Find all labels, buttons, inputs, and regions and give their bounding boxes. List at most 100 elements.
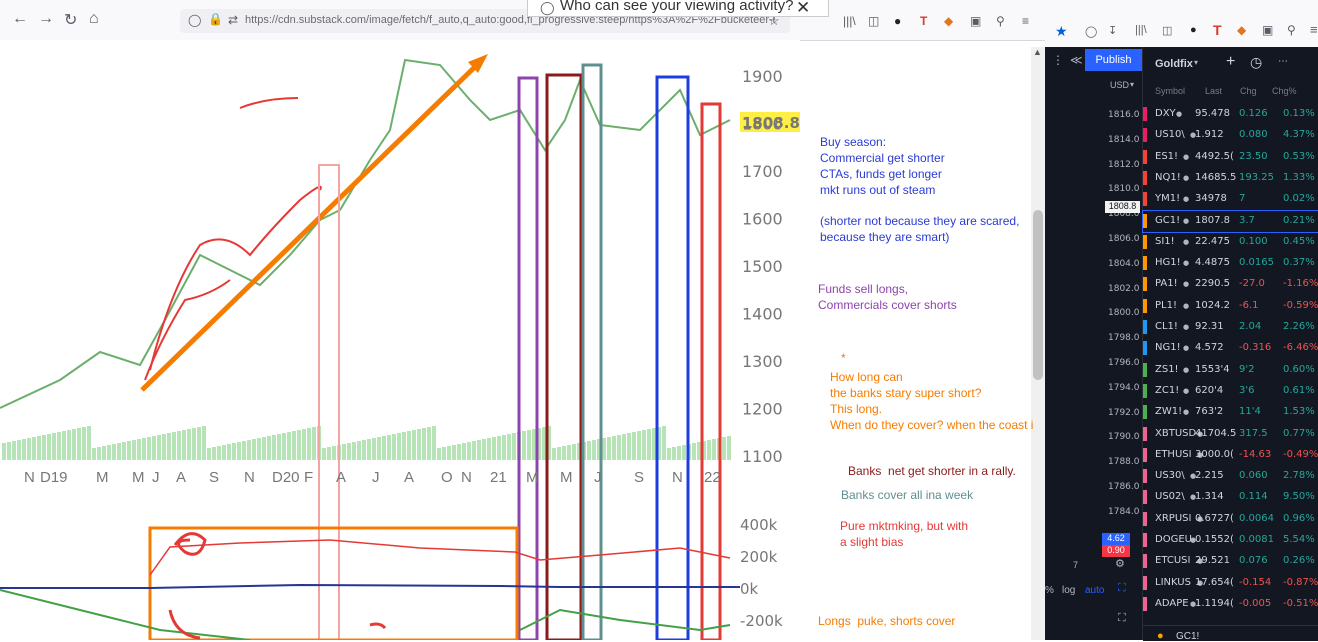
shield-icon[interactable]: ◯ xyxy=(188,13,201,27)
y-tick-label: 1200 xyxy=(742,400,783,419)
flag-icon xyxy=(1143,447,1147,462)
watchlist-row[interactable]: ZW1! ● 763'2 11'4 1.53% xyxy=(1143,402,1318,423)
watchlist-row[interactable]: US10\ ● 1.912 0.080 4.37% xyxy=(1143,125,1318,146)
note-funds-sell: Funds sell longs, Commercials cover shor… xyxy=(818,282,957,312)
back-icon[interactable]: ← xyxy=(12,10,28,28)
watchlist-row[interactable]: DXY ● 95.478 0.126 0.13% xyxy=(1143,104,1318,125)
row-chg-pct: 0.60% xyxy=(1283,363,1315,375)
fullscreen-icon[interactable]: ⛶ xyxy=(1118,582,1126,595)
watchlist-row[interactable]: HG1! ● 4.4875 0.0165 0.37% xyxy=(1143,253,1318,274)
volume-bar xyxy=(542,427,546,460)
search-extension-icon[interactable]: ⚲ xyxy=(1287,23,1296,37)
watchlist-row[interactable]: ZC1! ● 620'4 3'6 0.61% xyxy=(1143,381,1318,402)
volume-bar xyxy=(142,438,146,460)
x-tick-label: A xyxy=(404,469,414,486)
volume-bar xyxy=(432,426,436,460)
settings-gear-icon[interactable]: ⚙ xyxy=(1115,557,1125,570)
library-icon[interactable]: |||\ xyxy=(843,14,856,28)
watchlist-row[interactable]: ADAPE ● 1.1194(-0.005 -0.51% xyxy=(1143,594,1318,615)
x-tick-label: D20 xyxy=(272,469,300,486)
download-icon[interactable]: ↧ xyxy=(1108,24,1117,37)
live-dot-icon: ● xyxy=(1183,237,1190,246)
volume-bar xyxy=(307,428,311,460)
watchlist-row[interactable]: ETHUSI ● 3000.0(-14.63 -0.49% xyxy=(1143,445,1318,466)
more-icon[interactable]: ⋯ xyxy=(1278,56,1288,67)
rewind-icon[interactable]: ≪ xyxy=(1070,53,1083,67)
extension-t-icon[interactable]: T xyxy=(1213,22,1222,38)
publish-button[interactable]: Publish xyxy=(1085,49,1142,71)
add-symbol-icon[interactable]: + xyxy=(1226,53,1235,71)
auto-toggle[interactable]: auto xyxy=(1085,585,1104,596)
row-chg-pct: -0.59% xyxy=(1283,299,1318,311)
log-toggle[interactable]: log xyxy=(1062,585,1075,596)
close-icon[interactable]: ✕ xyxy=(796,0,810,18)
watchlist-row[interactable]: PA1! ● 2290.5 -27.0 -1.16% xyxy=(1143,274,1318,295)
watchlist-row[interactable]: PL1! ● 1024.2 -6.1 -0.59% xyxy=(1143,296,1318,317)
volume-bar xyxy=(522,431,526,460)
header-last: Last xyxy=(1205,86,1223,96)
tv-price-tick: 1800.0 xyxy=(1108,308,1140,319)
watchlist-row[interactable]: NG1! ● 4.572 -0.316 -6.46% xyxy=(1143,338,1318,359)
watchlist-title[interactable]: Goldfix xyxy=(1155,58,1193,70)
watchlist-row[interactable]: SI1! ● 22.475 0.100 0.45% xyxy=(1143,232,1318,253)
volume-bar xyxy=(422,428,426,460)
extension-v-icon[interactable]: ● xyxy=(1190,24,1197,36)
watchlist-row[interactable]: YM1! ● 34978 7 0.02% xyxy=(1143,189,1318,210)
row-chg: 0.0165 xyxy=(1239,257,1274,269)
percent-toggle[interactable]: % xyxy=(1045,585,1054,596)
library-icon[interactable]: |||\ xyxy=(1135,24,1147,36)
search-extension-icon[interactable]: ⚲ xyxy=(996,14,1005,28)
watchlist-row[interactable]: CL1! ● 92.31 2.04 2.26% xyxy=(1143,317,1318,338)
watchlist-row[interactable]: DOGEU ● 0.1552(0.0081 5.54% xyxy=(1143,530,1318,551)
tv-price-tick: 1816.0 xyxy=(1108,110,1140,120)
watchlist-row[interactable]: XBTUSD ● 41704.5 317.5 0.77% xyxy=(1143,424,1318,445)
watchlist-row[interactable]: ETCUSI ● 29.521 0.076 0.26% xyxy=(1143,551,1318,572)
tv-price-tick: 1790.0 xyxy=(1108,432,1140,443)
watchlist-row[interactable]: GC1! ● 1807.8 3.7 0.21% xyxy=(1142,209,1318,233)
currency-select[interactable]: USD xyxy=(1110,80,1129,90)
metamask-icon[interactable]: ◆ xyxy=(944,14,953,28)
watchlist-row[interactable]: LINKUS ● 17.654(-0.154 -0.87% xyxy=(1143,573,1318,594)
live-dot-icon: ● xyxy=(1183,259,1190,268)
permissions-icon[interactable]: ⇄ xyxy=(228,13,238,27)
watchlist-row[interactable]: XRPUSI ● 0.6727(0.0064 0.96% xyxy=(1143,509,1318,530)
extension-t-icon[interactable]: T xyxy=(920,14,927,28)
menu-icon[interactable]: ≡ xyxy=(1310,22,1318,37)
clock-icon[interactable]: ◷ xyxy=(1250,54,1262,71)
row-chg: 0.114 xyxy=(1239,491,1268,503)
row-chg: 0.100 xyxy=(1239,235,1268,247)
reload-icon[interactable]: ↻ xyxy=(64,10,77,30)
extension-icon[interactable]: ▣ xyxy=(1262,23,1273,37)
bookmark-star-icon[interactable]: ★ xyxy=(1055,23,1068,40)
cot-tick-label: 0k xyxy=(740,580,759,598)
footer-symbol: GC1! xyxy=(1176,631,1200,642)
flag-icon xyxy=(1143,256,1147,271)
volume-bar xyxy=(457,444,461,460)
watchlist-row[interactable]: ZS1! ● 1553'4 9'2 0.60% xyxy=(1143,360,1318,381)
home-icon[interactable]: ⌂ xyxy=(89,10,99,28)
flag-icon xyxy=(1143,149,1147,164)
menu-icon[interactable]: ≡ xyxy=(1022,14,1029,28)
fullscreen-icon[interactable]: ⛶ xyxy=(1118,612,1126,625)
forward-icon[interactable]: → xyxy=(38,10,54,28)
volume-bar xyxy=(632,432,636,460)
volume-bar xyxy=(497,436,501,460)
scrollbar-thumb[interactable] xyxy=(1033,210,1043,380)
metamask-icon[interactable]: ◆ xyxy=(1237,23,1246,37)
extension-icon[interactable]: ▣ xyxy=(970,14,981,28)
sidebar-icon[interactable]: ◫ xyxy=(1162,24,1172,37)
watchlist-row[interactable]: US02\ ● 1.314 0.114 9.50% xyxy=(1143,487,1318,508)
watchlist-row[interactable]: NQ1! ● 14685.5 193.25 1.33% xyxy=(1143,168,1318,189)
sidebar-icon[interactable]: ◫ xyxy=(868,14,879,28)
live-dot-icon: ● xyxy=(1183,301,1190,310)
scroll-up-icon[interactable]: ▲ xyxy=(1033,47,1042,57)
tv-price-tick: 1798.0 xyxy=(1108,333,1140,344)
cot-tick-label: 400k xyxy=(740,516,778,534)
extension-v-icon[interactable]: ● xyxy=(894,14,901,28)
watchlist-row[interactable]: US30\ ● 2.215 0.060 2.78% xyxy=(1143,466,1318,487)
chevron-down-icon[interactable]: ▾ xyxy=(1194,58,1198,67)
watchlist-row[interactable]: ES1! ● 4492.5(23.50 0.53% xyxy=(1143,147,1318,168)
lock-icon[interactable]: 🔒 xyxy=(208,12,223,26)
pocket-icon[interactable]: ◯ xyxy=(1085,25,1097,38)
toolbar-divider-icon: ⋮ xyxy=(1052,53,1064,67)
